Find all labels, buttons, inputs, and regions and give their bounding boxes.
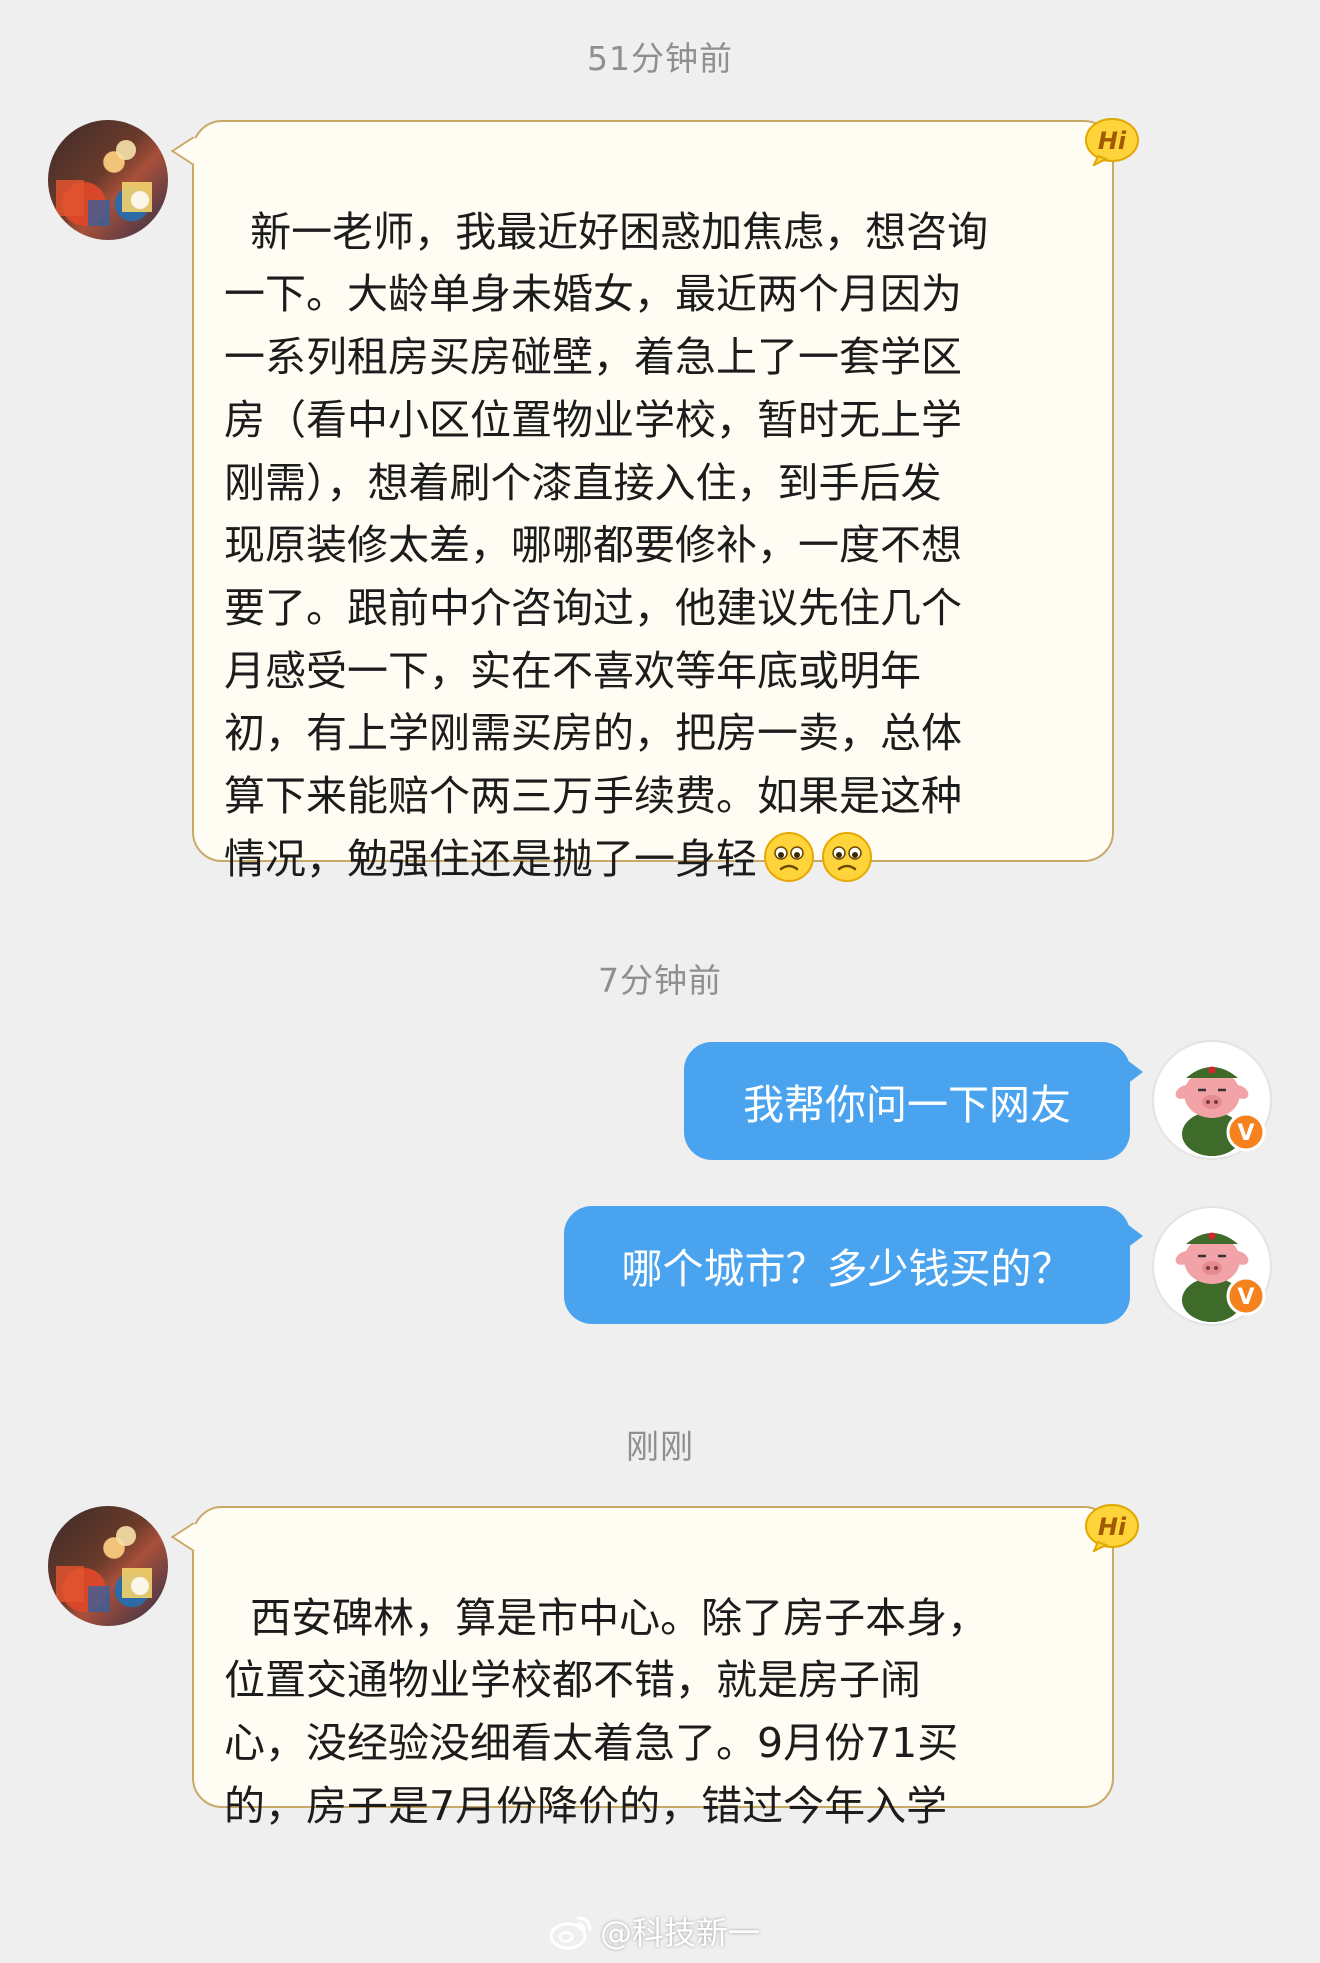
svg-text:V: V: [1237, 1285, 1254, 1310]
timestamp: 51分钟前: [587, 39, 733, 78]
sad-face-icon: [764, 831, 814, 882]
sender-avatar[interactable]: [48, 1506, 168, 1626]
message-text: 西安碑林，算是市中心。除了房子本身， 位置交通物业学校都不错，就是房子闹 心，没…: [224, 1593, 989, 1830]
incoming-message-bubble[interactable]: 新一老师，我最近好困惑加焦虑，想咨询 一下。大龄单身未婚女，最近两个月因为 一系…: [192, 120, 1114, 883]
message-text: 新一老师，我最近好困惑加焦虑，想咨询 一下。大龄单身未婚女，最近两个月因为 一系…: [224, 207, 989, 883]
weibo-watermark: @科技新一: [548, 1908, 760, 1954]
outgoing-message-bubble[interactable]: 我帮你问一下网友: [684, 1042, 1143, 1160]
verified-badge-icon: V: [1226, 1276, 1266, 1316]
sad-face-icon: [822, 831, 872, 882]
hi-badge-icon: Hi: [1085, 118, 1139, 166]
svg-text:Hi: Hi: [1098, 127, 1127, 155]
hi-badge-icon: Hi: [1085, 1504, 1139, 1552]
sender-avatar[interactable]: [48, 120, 168, 240]
watermark-text: @科技新一: [600, 1914, 761, 1952]
incoming-message-bubble[interactable]: 西安碑林，算是市中心。除了房子本身， 位置交通物业学校都不错，就是房子闹 心，没…: [192, 1506, 1114, 1830]
svg-text:V: V: [1237, 1121, 1254, 1146]
weibo-logo-icon: [549, 1916, 592, 1950]
timestamp: 7分钟前: [598, 961, 722, 1000]
message-text: 我帮你问一下网友: [743, 1081, 1071, 1129]
message-text: 哪个城市？多少钱买的？: [621, 1245, 1073, 1293]
sender-avatar-image: [56, 1526, 152, 1612]
sender-avatar-image: [56, 140, 152, 226]
timestamp: 刚刚: [626, 1427, 694, 1466]
svg-text:Hi: Hi: [1098, 1513, 1127, 1541]
outgoing-message-bubble[interactable]: 哪个城市？多少钱买的？: [564, 1206, 1143, 1324]
verified-badge-icon: V: [1226, 1112, 1266, 1152]
